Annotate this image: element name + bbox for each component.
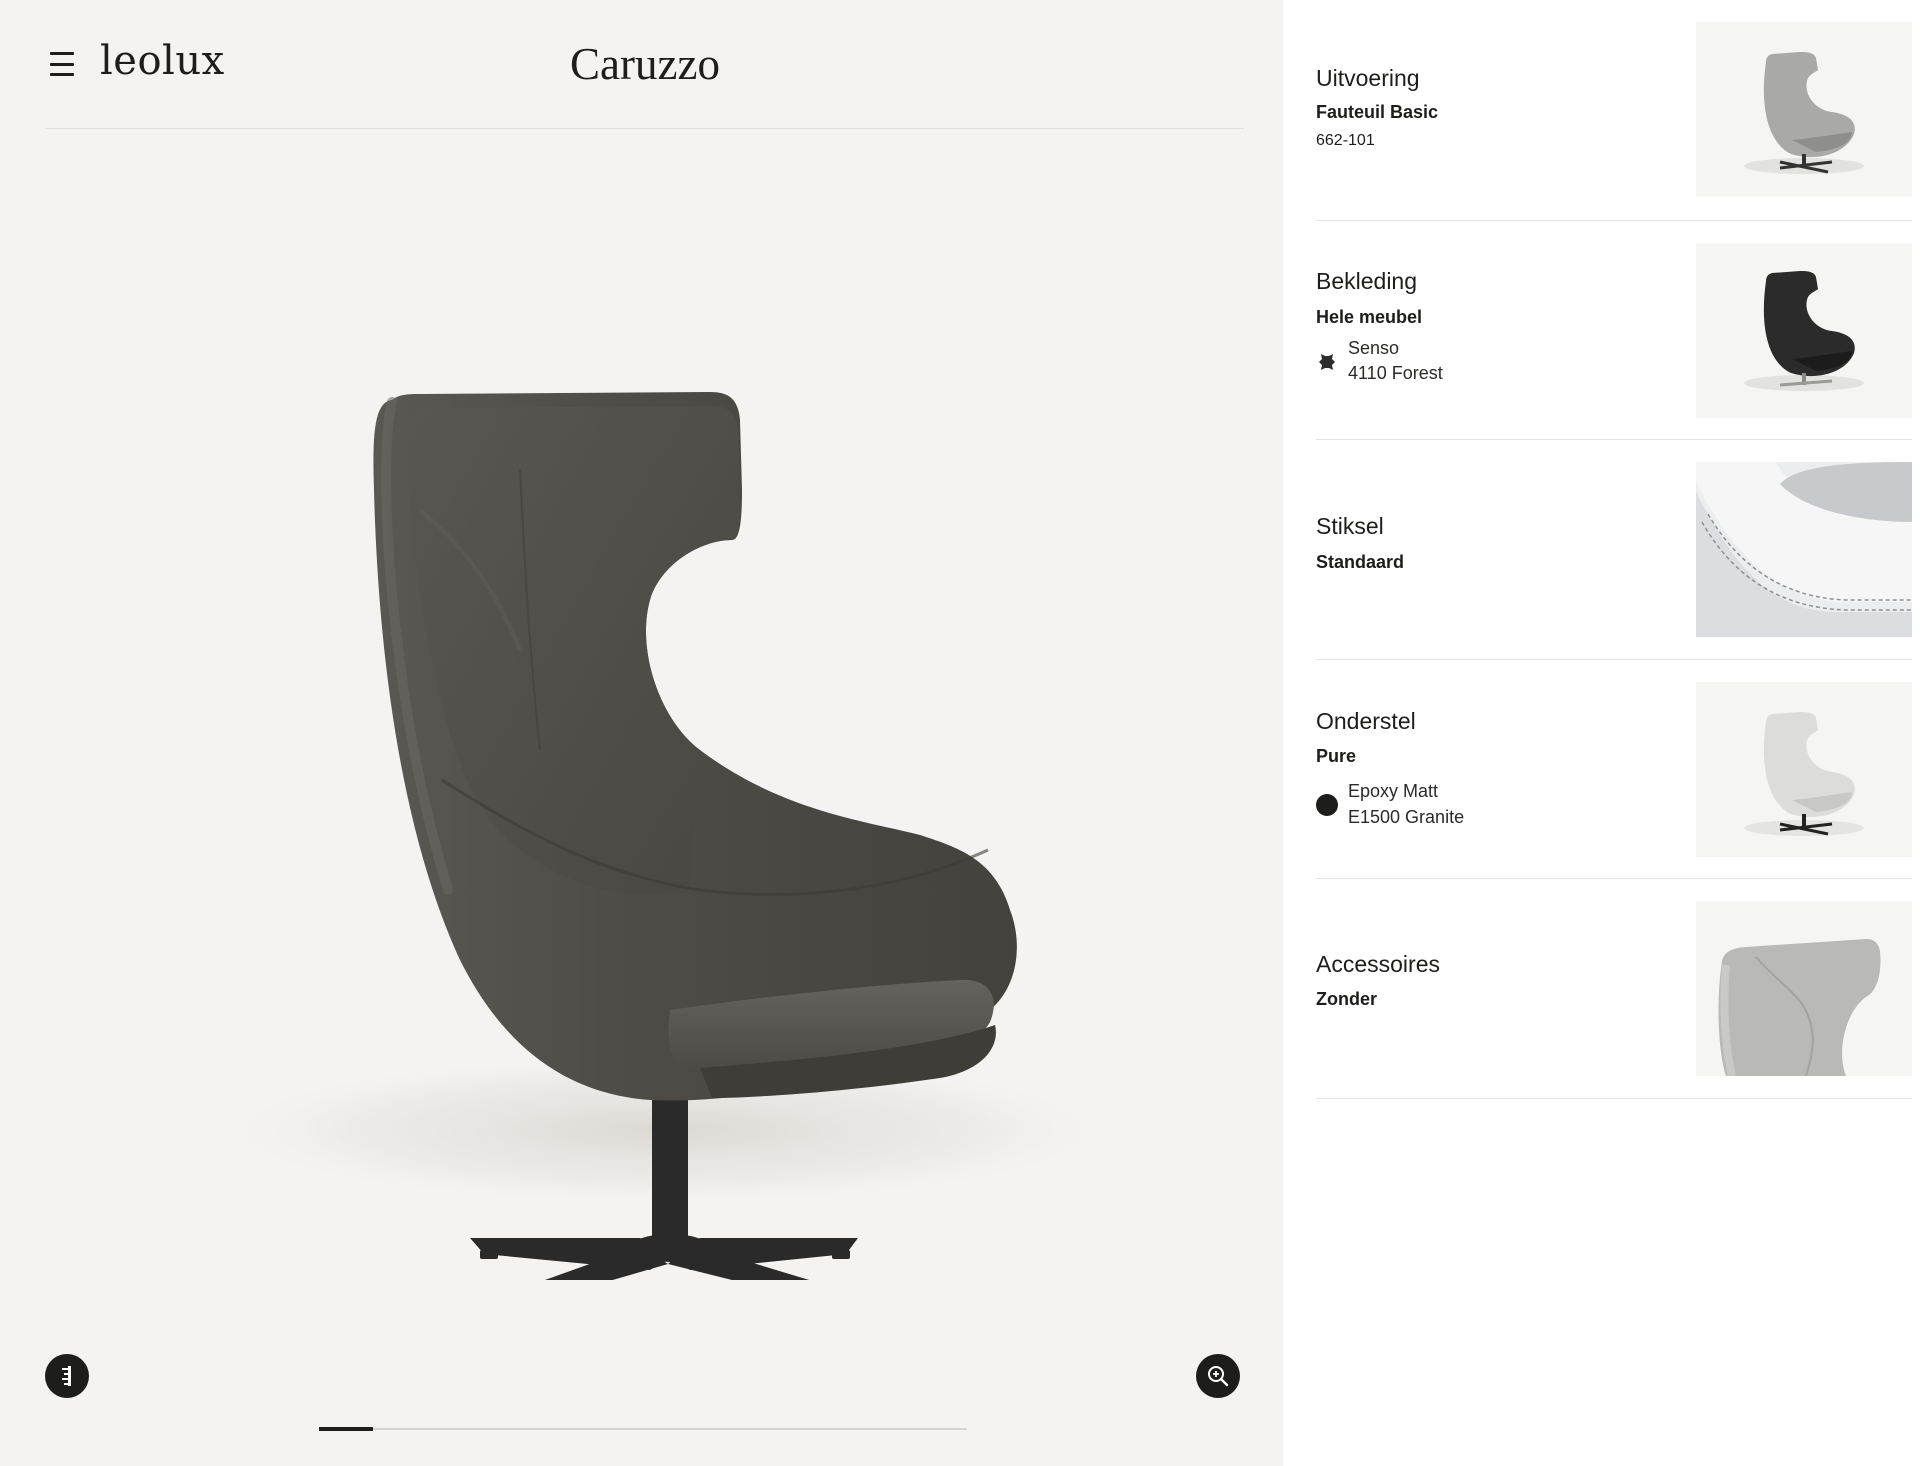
option-thumbnail (1696, 901, 1912, 1076)
option-detail-2: E1500 Granite (1348, 807, 1465, 827)
chair-thumbnail-dark (1744, 271, 1864, 391)
chair-thumbnail-grey (1744, 52, 1864, 174)
ruler-glyph (62, 1366, 71, 1386)
chair-thumbnail-white (1744, 712, 1864, 836)
option-detail-1: Senso (1348, 338, 1400, 358)
option-thumbnail (1696, 243, 1912, 418)
chair-illustration (215, 392, 1115, 1280)
option-detail-1: Epoxy Matt (1348, 781, 1439, 801)
option-title: Uitvoering (1316, 65, 1420, 91)
option-title: Stiksel (1316, 513, 1384, 539)
carousel-progress-fill (319, 1427, 373, 1431)
zoom-glyph (1208, 1366, 1229, 1387)
option-subtitle: Standaard (1316, 552, 1405, 572)
stitching-thumbnail (1696, 462, 1912, 637)
option-title: Accessoires (1316, 951, 1440, 977)
option-subtitle: Pure (1316, 746, 1357, 766)
headrest-thumbnail (1696, 901, 1912, 1076)
option-title: Onderstel (1316, 708, 1416, 734)
image-carousel-progress[interactable] (319, 1427, 967, 1431)
option-thumbnail (1696, 462, 1912, 637)
option-detail-2: 4110 Forest (1348, 363, 1443, 383)
page-title: Caruzzo (570, 39, 720, 89)
color-swatch (1316, 794, 1338, 816)
zoom-in-icon[interactable] (1196, 1354, 1240, 1398)
top-bar: leolux Caruzzo (46, 0, 1244, 129)
option-stiksel[interactable]: Stiksel Standaard (1316, 440, 1912, 660)
ruler-icon[interactable] (45, 1354, 89, 1398)
configuration-panel: Uitvoering Fauteuil Basic 662-101 Bekled… (1283, 0, 1920, 1466)
product-viewer: leolux Caruzzo (0, 0, 1283, 1466)
leather-hide-icon (1319, 354, 1335, 370)
option-subtitle: Hele meubel (1316, 307, 1423, 327)
option-subtitle: Fauteuil Basic (1316, 102, 1439, 122)
option-thumbnail (1696, 22, 1912, 197)
option-thumbnail (1696, 682, 1912, 857)
option-title: Bekleding (1316, 268, 1418, 294)
product-image[interactable] (0, 130, 1283, 1280)
option-onderstel[interactable]: Onderstel Pure Epoxy Matt E1500 Granite (1316, 660, 1912, 879)
option-accessoires[interactable]: Accessoires Zonder (1316, 879, 1912, 1099)
option-subtitle: Zonder (1316, 989, 1377, 1009)
option-code: 662-101 (1316, 132, 1375, 149)
option-bekleding[interactable]: Bekleding Hele meubel Senso 4110 Forest (1316, 221, 1912, 440)
option-uitvoering[interactable]: Uitvoering Fauteuil Basic 662-101 (1316, 22, 1912, 221)
